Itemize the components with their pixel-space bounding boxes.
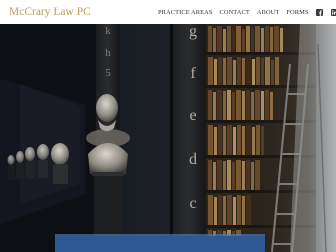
- nav-link-contact[interactable]: CONTACT: [220, 9, 250, 16]
- nav-link-about[interactable]: ABOUT: [257, 9, 280, 16]
- hero-image: g f e d c k h 5: [0, 24, 336, 252]
- nav-menu: PRACTICE AREAS CONTACT ABOUT FORMS: [158, 6, 336, 18]
- navbar: McCrary Law PC PRACTICE AREAS CONTACT AB…: [0, 0, 336, 24]
- column-letter-f: f: [190, 65, 196, 82]
- column-letter-c: c: [189, 195, 197, 212]
- column-letter-g: g: [189, 24, 197, 40]
- column-letter-h: h: [105, 47, 111, 59]
- page: McCrary Law PC PRACTICE AREAS CONTACT AB…: [0, 0, 336, 252]
- column-letter-d: d: [189, 151, 197, 168]
- library-illustration: [0, 24, 336, 252]
- content-strip: [55, 236, 265, 252]
- facebook-icon[interactable]: [316, 8, 324, 16]
- column-letter-k: k: [105, 25, 111, 37]
- linkedin-icon[interactable]: [331, 8, 336, 16]
- column-letter-5: 5: [105, 67, 111, 79]
- brand-logo-text[interactable]: McCrary Law PC: [9, 3, 91, 21]
- nav-link-practice-areas[interactable]: PRACTICE AREAS: [158, 9, 213, 16]
- column-letter-e: e: [189, 107, 197, 124]
- nav-link-forms[interactable]: FORMS: [286, 9, 308, 16]
